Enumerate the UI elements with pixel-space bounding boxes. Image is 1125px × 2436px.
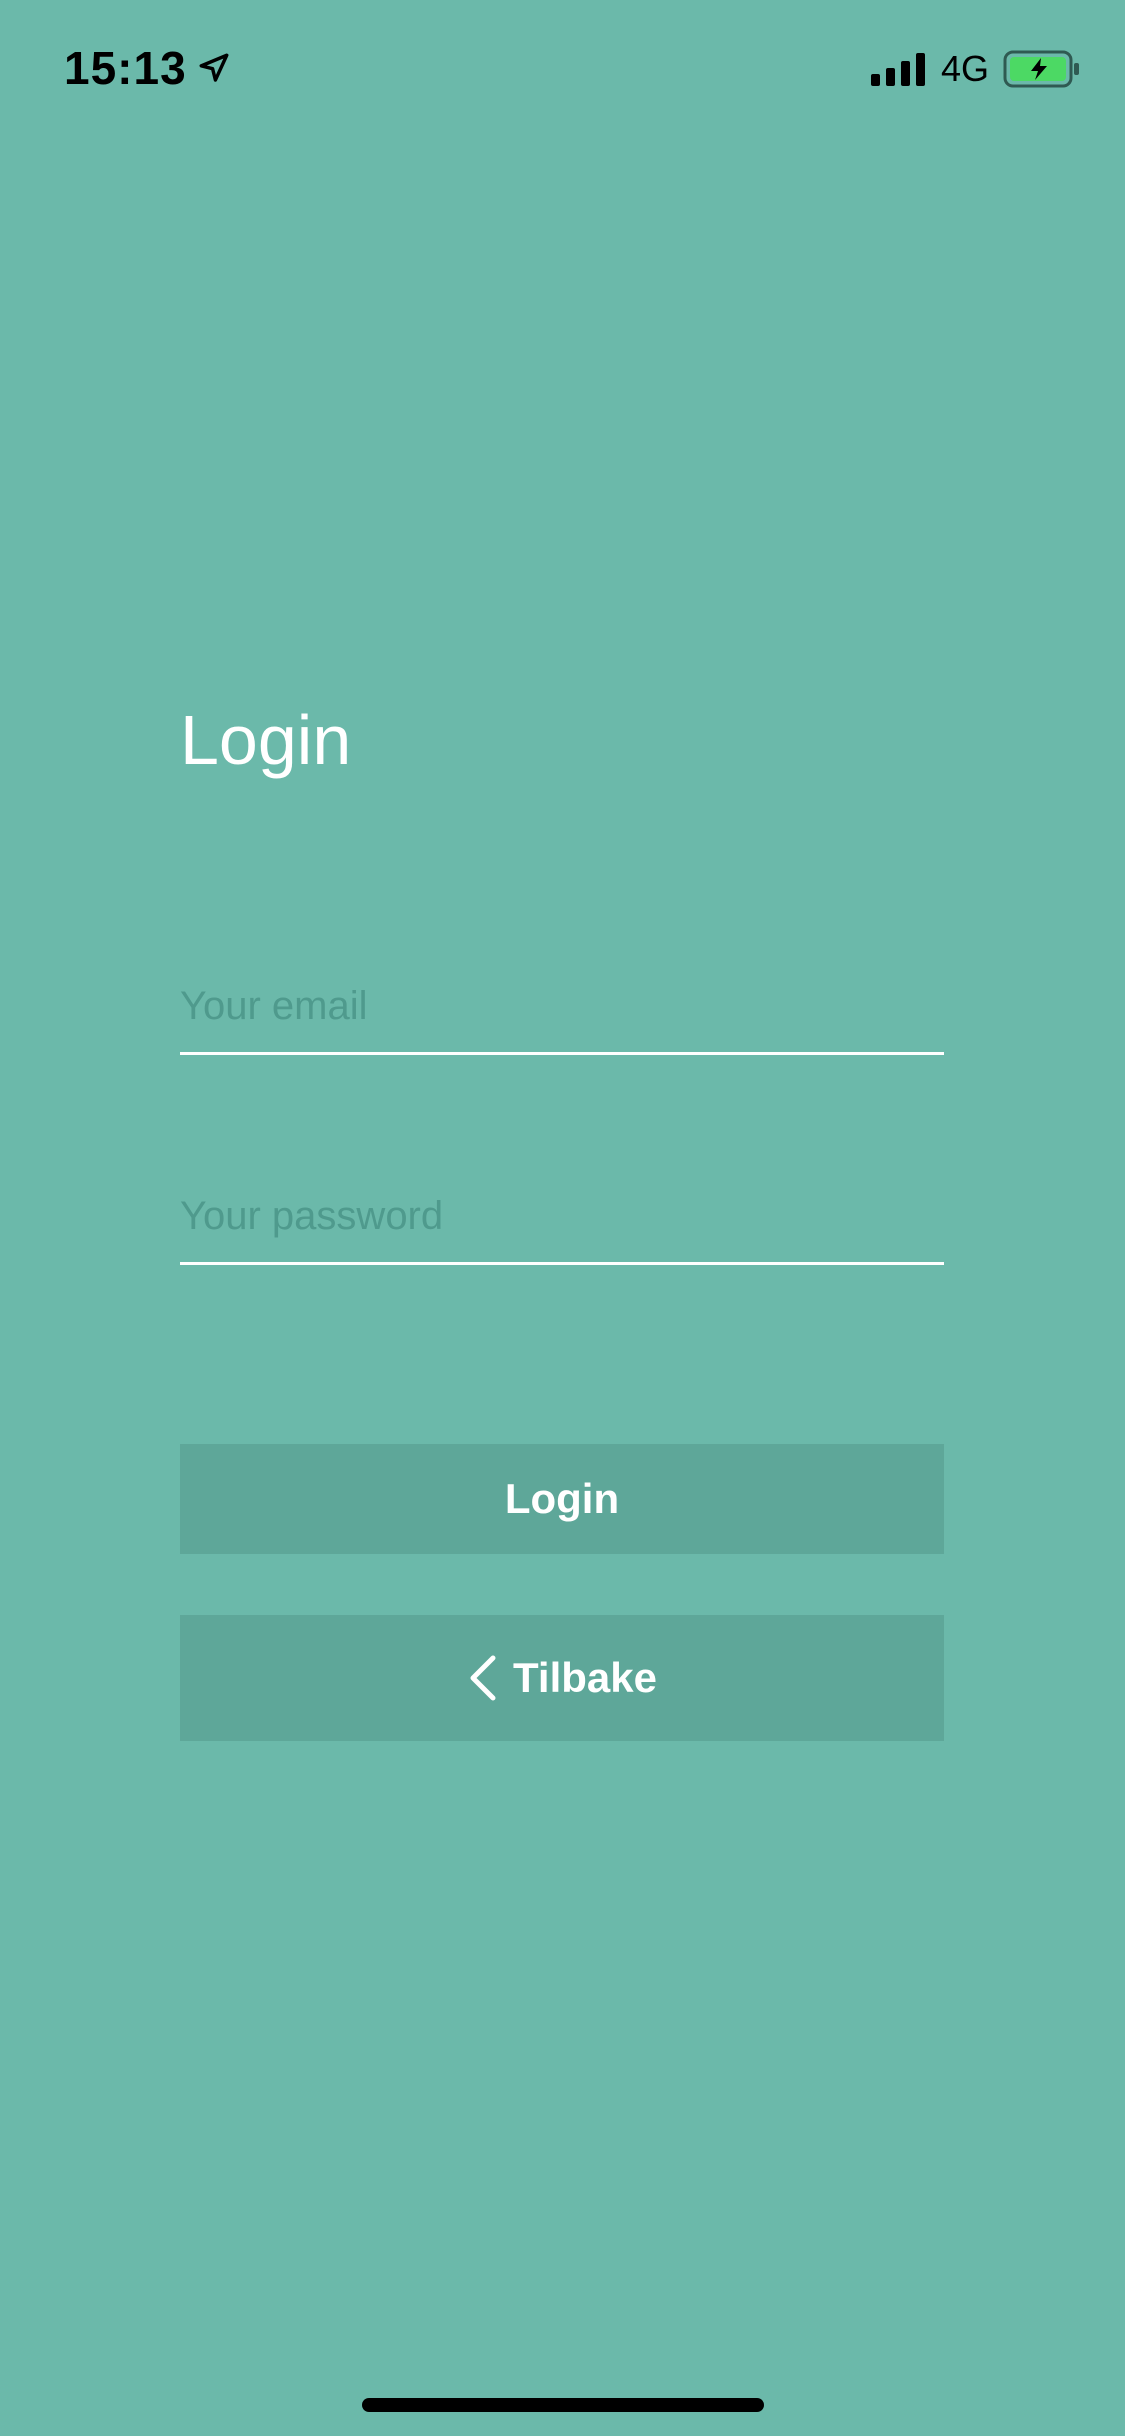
login-button-label: Login	[504, 1475, 620, 1522]
status-indicators: 4G	[870, 44, 1081, 94]
back-button[interactable]: Tilbake	[180, 1615, 944, 1741]
email-field[interactable]	[180, 978, 944, 1034]
status-time: 15:13	[64, 42, 187, 94]
cellular-signal-icon	[870, 52, 927, 86]
status-time-group: 15:13	[64, 38, 231, 98]
chevron-left-icon	[467, 1654, 497, 1702]
network-type-label: 4G	[940, 48, 989, 89]
location-arrow-icon	[197, 51, 231, 85]
back-button-label: Tilbake	[513, 1654, 657, 1701]
login-button[interactable]: Login	[180, 1444, 944, 1554]
page-title: Login	[180, 701, 352, 779]
email-field-container	[180, 956, 944, 1055]
home-indicator[interactable]	[362, 2398, 764, 2412]
status-bar: 15:13 4G	[0, 0, 1125, 135]
password-field-container	[180, 1166, 944, 1265]
battery-charging-icon	[1003, 49, 1081, 89]
password-field[interactable]	[180, 1188, 944, 1244]
